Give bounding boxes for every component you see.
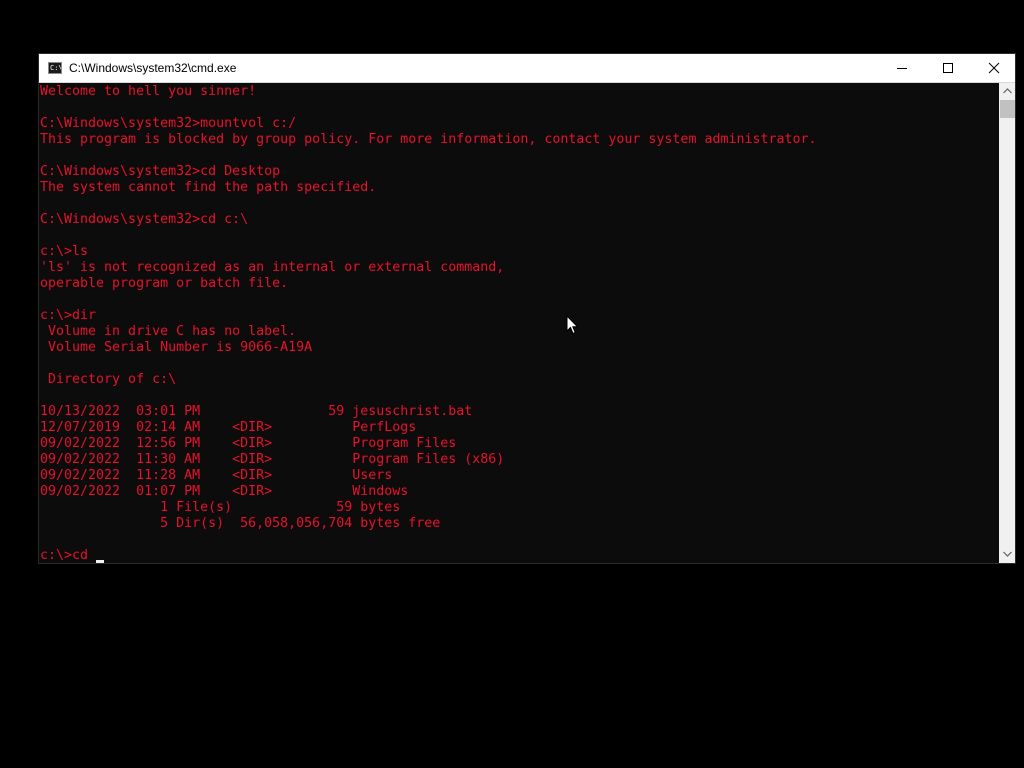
console-line: 5 Dir(s) 56,058,056,704 bytes free xyxy=(40,516,441,531)
minimize-button[interactable] xyxy=(879,54,925,83)
close-icon xyxy=(988,62,1000,74)
text-cursor-icon xyxy=(96,560,105,563)
console-line: 09/02/2022 11:28 AM <DIR> Users xyxy=(40,468,393,483)
window-title: C:\Windows\system32\cmd.exe xyxy=(69,61,237,75)
console-line: operable program or batch file. xyxy=(40,276,289,291)
console-icon[interactable]: C:\ xyxy=(48,62,62,74)
console-line: 09/02/2022 11:30 AM <DIR> Program Files … xyxy=(40,452,505,467)
command-prompt-line[interactable]: c:\>cd xyxy=(40,548,817,563)
cmd-window[interactable]: C:\ C:\Windows\system32\cmd.exe Welcome … xyxy=(38,53,1016,564)
console-line: 'ls' is not recognized as an internal or… xyxy=(40,260,505,275)
console-output-area[interactable]: Welcome to hell you sinner! C:\Windows\s… xyxy=(39,83,999,563)
console-line: Volume Serial Number is 9066-A19A xyxy=(40,340,313,355)
scroll-down-arrow-icon xyxy=(1003,551,1012,557)
console-lines: Welcome to hell you sinner! C:\Windows\s… xyxy=(40,84,817,563)
console-line: Welcome to hell you sinner! xyxy=(40,84,257,99)
console-line: C:\Windows\system32>cd c:\ xyxy=(40,212,249,227)
scroll-down-button[interactable] xyxy=(999,546,1015,563)
console-line: c:\>dir xyxy=(40,308,97,323)
console-line: C:\Windows\system32>mountvol c:/ xyxy=(40,116,297,131)
console-line: 1 File(s) 59 bytes xyxy=(40,500,401,515)
console-line: Volume in drive C has no label. xyxy=(40,324,297,339)
maximize-button[interactable] xyxy=(925,54,971,83)
scroll-thumb[interactable] xyxy=(1000,100,1015,118)
console-line: The system cannot find the path specifie… xyxy=(40,180,377,195)
maximize-icon xyxy=(943,63,953,73)
mouse-pointer-icon xyxy=(566,314,580,339)
minimize-icon xyxy=(897,68,907,69)
vertical-scrollbar[interactable] xyxy=(999,83,1015,563)
console-line: Directory of c:\ xyxy=(40,372,177,387)
command-prompt[interactable]: c:\>cd xyxy=(40,548,96,563)
console-line: C:\Windows\system32>cd Desktop xyxy=(40,164,281,179)
console-line: 12/07/2019 02:14 AM <DIR> PerfLogs xyxy=(40,420,417,435)
console-line: 10/13/2022 03:01 PM 59 jesuschrist.bat xyxy=(40,404,473,419)
close-button[interactable] xyxy=(971,54,1015,83)
console-line: c:\>ls xyxy=(40,244,89,259)
scroll-up-button[interactable] xyxy=(999,83,1015,100)
console-line: 09/02/2022 01:07 PM <DIR> Windows xyxy=(40,484,409,499)
console-line: This program is blocked by group policy.… xyxy=(40,132,817,147)
scroll-up-arrow-icon xyxy=(1003,88,1012,94)
title-bar[interactable]: C:\ C:\Windows\system32\cmd.exe xyxy=(39,54,1015,83)
console-line: 09/02/2022 12:56 PM <DIR> Program Files xyxy=(40,436,457,451)
